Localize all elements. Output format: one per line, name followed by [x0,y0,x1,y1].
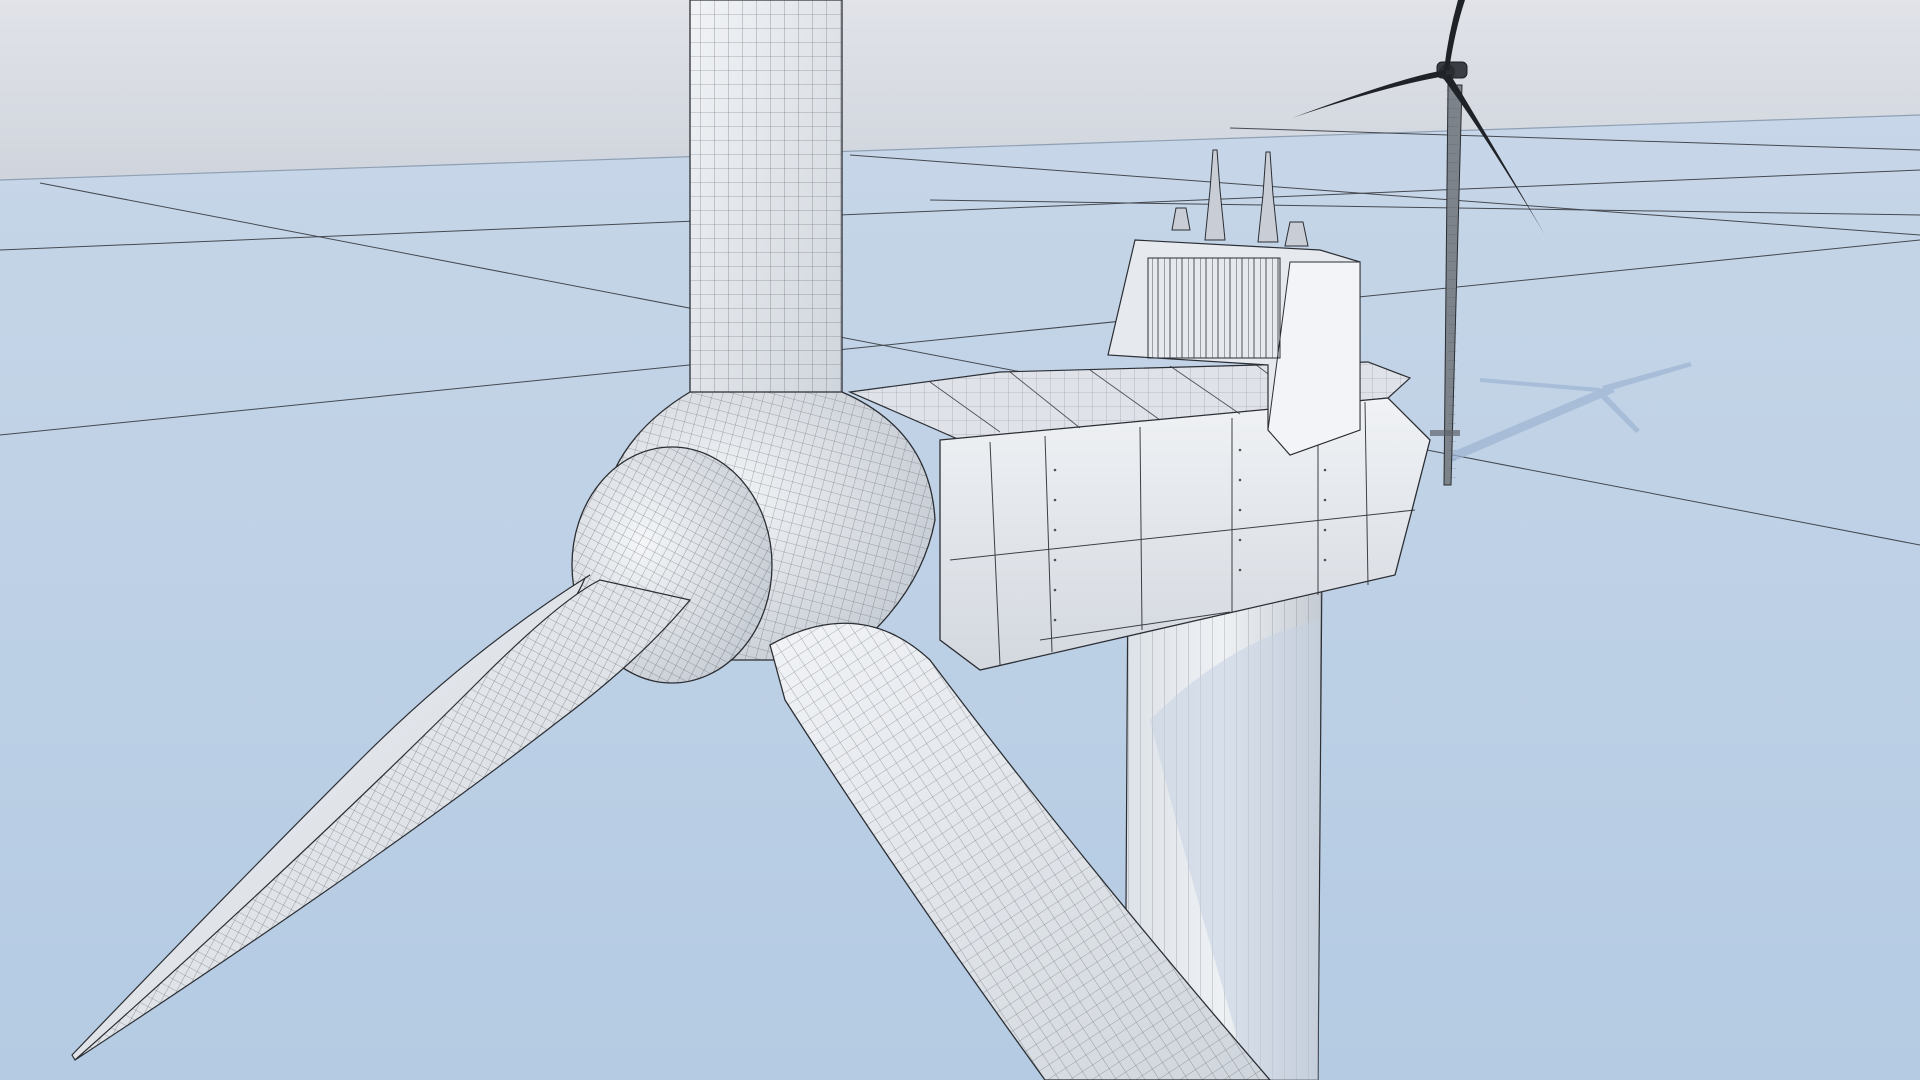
blade-upper [689,0,843,406]
turbine-render-viewport [0,0,1920,1080]
scene-canvas [0,0,1920,1080]
